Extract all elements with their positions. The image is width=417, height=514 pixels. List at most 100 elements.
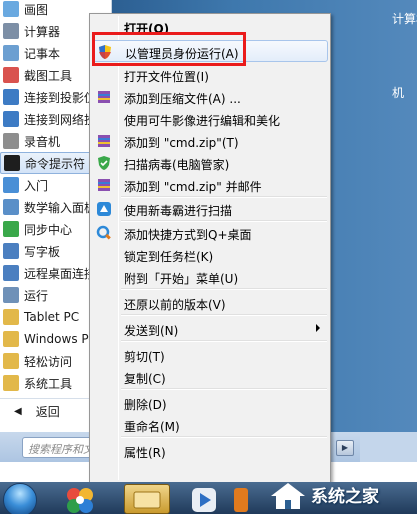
context-menu-item[interactable]: 还原以前的版本(V) (92, 292, 328, 314)
program-icon (3, 67, 19, 83)
program-icon (3, 23, 19, 39)
context-menu-item-label: 重命名(M) (124, 420, 180, 434)
winrar-icon (96, 177, 112, 193)
program-label: 截图工具 (24, 68, 73, 83)
program-label: 写字板 (24, 244, 61, 259)
shutdown-options-button[interactable]: ▶ (336, 440, 354, 456)
context-menu-item-label: 属性(R) (124, 446, 166, 460)
start-menu-lower-right (360, 432, 417, 462)
program-icon (3, 199, 19, 215)
program-icon (3, 243, 19, 259)
context-menu-item[interactable]: 使用可牛影像进行编辑和美化 (92, 108, 328, 130)
program-label: 记事本 (24, 46, 61, 61)
program-icon (3, 111, 19, 127)
folder-icon (133, 491, 161, 509)
context-menu-item[interactable]: 添加到 "cmd.zip" 并邮件 (92, 174, 328, 196)
context-menu-item-label: 剪切(T) (124, 350, 165, 364)
program-label: 运行 (24, 288, 49, 303)
context-menu-item[interactable]: 发送到(N) (92, 318, 328, 340)
house-logo-icon (271, 483, 305, 509)
program-label: 画图 (24, 2, 49, 17)
pc-manager-shield-icon (96, 155, 112, 171)
taskbar-app-explorer[interactable] (124, 484, 170, 514)
taskbar-app-pinwheel[interactable] (58, 484, 102, 514)
context-menu-item-label: 使用新毒霸进行扫描 (124, 204, 233, 218)
program-label: 命令提示符 (25, 156, 86, 171)
program-icon (3, 89, 19, 105)
program-label: 系统工具 (24, 376, 73, 391)
context-menu-item-label: 删除(D) (124, 398, 167, 412)
context-menu-item-label: 打开文件位置(I) (124, 70, 209, 84)
context-menu-item[interactable]: 添加到压缩文件(A) ... (92, 86, 328, 108)
menu-separator (121, 388, 327, 390)
program-label: 同步中心 (24, 222, 73, 237)
context-menu-item-label: 扫描病毒(电脑管家) (124, 158, 230, 172)
context-menu-item-label: 添加到 "cmd.zip" 并邮件 (124, 180, 262, 194)
context-menu-item[interactable]: 复制(C) (92, 366, 328, 388)
context-menu-item[interactable]: 属性(R) (92, 440, 328, 462)
context-menu-item[interactable]: 打开文件位置(I) (92, 64, 328, 86)
menu-separator (121, 314, 327, 316)
winrar-icon (96, 133, 112, 149)
program-icon (3, 353, 19, 369)
back-label: 返回 (35, 405, 60, 419)
taskbar-app-media[interactable] (186, 484, 222, 514)
start-button[interactable] (3, 483, 37, 514)
program-icon (3, 133, 19, 149)
context-menu-item[interactable]: 添加快捷方式到Q+桌面 (92, 222, 328, 244)
program-icon (4, 155, 20, 171)
site-watermark: 系统之家 (263, 478, 417, 514)
context-menu-item[interactable]: 使用新毒霸进行扫描 (92, 198, 328, 220)
duba-icon (96, 201, 112, 217)
program-icon (3, 331, 19, 347)
program-icon (3, 309, 19, 325)
context-menu-item-label: 还原以前的版本(V) (124, 298, 226, 312)
menu-separator (121, 220, 327, 222)
context-menu-item[interactable]: 锁定到任务栏(K) (92, 244, 328, 266)
context-menu-item-label: 添加快捷方式到Q+桌面 (124, 228, 252, 242)
context-menu-item[interactable]: 剪切(T) (92, 344, 328, 366)
program-label: 远程桌面连接 (24, 266, 97, 281)
menu-separator (121, 288, 327, 290)
program-icon (3, 177, 19, 193)
pinwheel-icon (67, 488, 93, 513)
menu-separator (121, 196, 327, 198)
program-label: 连接到投影仪 (24, 90, 97, 105)
menu-separator (121, 340, 327, 342)
context-menu: 打开(O) 以管理员身份运行(A) 打开文件位置(I) 添加到压缩文件(A) ... 使… (89, 13, 331, 483)
context-menu-item-label: 复制(C) (124, 372, 166, 386)
app-icon (234, 488, 248, 512)
context-menu-item-label: 附到「开始」菜单(U) (124, 272, 239, 286)
menu-separator (121, 436, 327, 438)
context-menu-item-label: 锁定到任务栏(K) (124, 250, 214, 264)
context-menu-item[interactable]: 添加到 "cmd.zip"(T) (92, 130, 328, 152)
program-icon (3, 45, 19, 61)
computer-link[interactable]: 计算机 (392, 10, 417, 27)
program-icon (3, 265, 19, 281)
play-icon (192, 488, 216, 512)
context-menu-item-label: 添加到 "cmd.zip"(T) (124, 136, 239, 150)
program-icon (3, 287, 19, 303)
program-label: Tablet PC (24, 310, 80, 324)
context-menu-item[interactable]: 附到「开始」菜单(U) (92, 266, 328, 288)
program-icon (3, 375, 19, 391)
program-label: 轻松访问 (24, 354, 73, 369)
program-label: 录音机 (24, 134, 61, 149)
context-menu-item[interactable]: 重命名(M) (92, 414, 328, 436)
run-as-admin-highlight (92, 32, 246, 66)
program-icon (3, 221, 19, 237)
program-label: 数学输入面板 (24, 200, 97, 215)
context-menu-item-label: 发送到(N) (124, 324, 179, 338)
context-menu-item-label: 添加到压缩文件(A) ... (124, 92, 241, 106)
back-arrow-icon: ◀ (14, 406, 22, 417)
submenu-arrow-icon (316, 324, 320, 332)
context-menu-item[interactable]: 扫描病毒(电脑管家) (92, 152, 328, 174)
right-pane-item[interactable]: 机 (392, 84, 404, 101)
winrar-icon (96, 89, 112, 105)
program-icon (3, 1, 19, 17)
watermark-text: 系统之家 (311, 487, 379, 507)
context-menu-item[interactable]: 删除(D) (92, 392, 328, 414)
taskbar-app-partial[interactable] (230, 484, 252, 514)
program-label: 计算器 (24, 24, 61, 39)
qplus-icon (96, 225, 112, 241)
